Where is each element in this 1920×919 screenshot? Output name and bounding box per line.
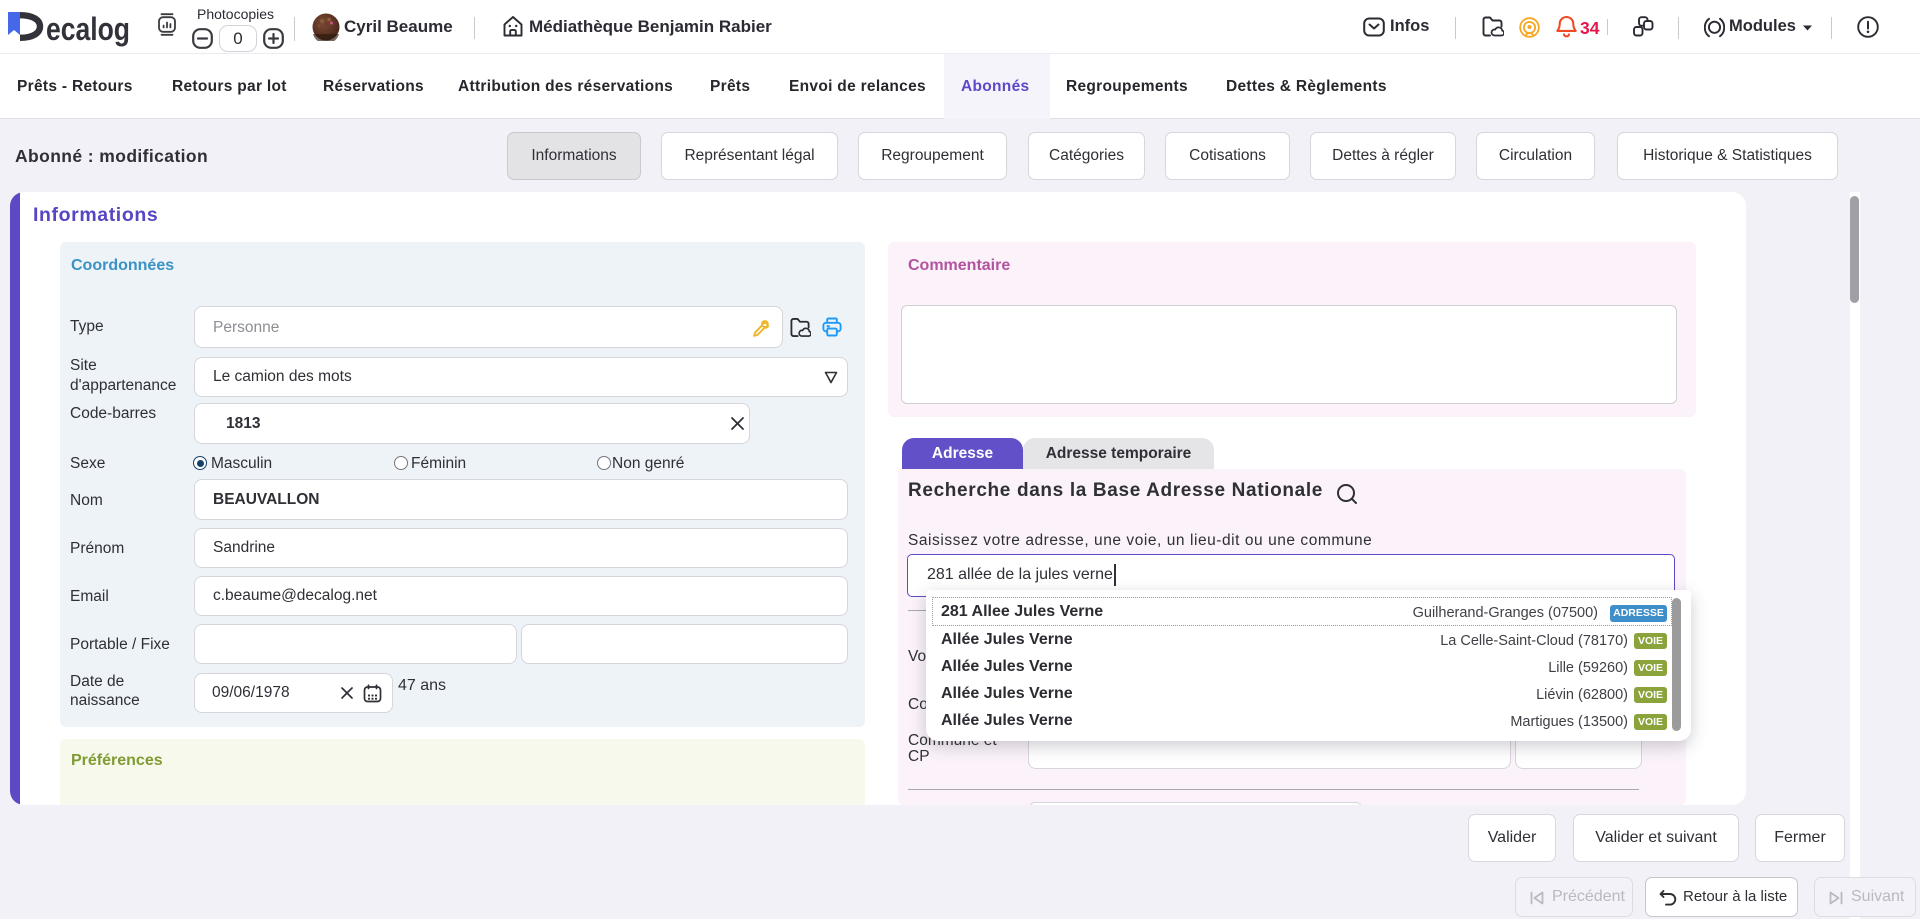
svg-text:ecalog: ecalog — [46, 11, 130, 47]
